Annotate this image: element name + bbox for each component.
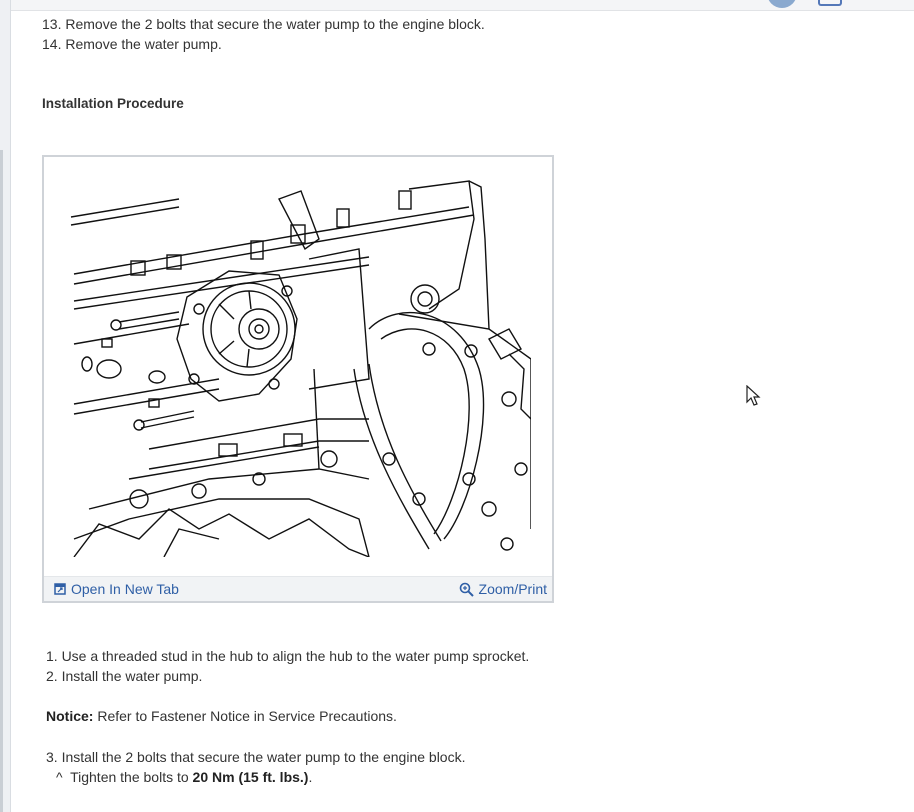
removal-step-14: 14. Remove the water pump. <box>42 36 222 52</box>
left-gutter <box>0 0 11 812</box>
figure-footer: Open In New Tab Zoom/Print <box>44 576 552 601</box>
install-substep: ^ Tighten the bolts to 20 Nm (15 ft. lbs… <box>56 767 312 787</box>
notice-line: Notice: Refer to Fastener Notice in Serv… <box>46 706 397 726</box>
notification-icon[interactable] <box>818 0 842 6</box>
zoom-print-label: Zoom/Print <box>478 581 547 597</box>
substep-suffix: . <box>308 769 313 785</box>
figure-card: Open In New Tab Zoom/Print <box>42 155 554 603</box>
notice-text: Refer to Fastener Notice in Service Prec… <box>93 708 397 724</box>
install-step-1: 1. Use a threaded stud in the hub to ali… <box>46 648 530 664</box>
mouse-cursor-icon <box>746 385 761 406</box>
open-in-new-tab-label: Open In New Tab <box>71 581 179 597</box>
installation-heading: Installation Procedure <box>42 96 184 111</box>
open-in-new-tab-link[interactable]: Open In New Tab <box>54 581 179 597</box>
install-step-3: 3. Install the 2 bolts that secure the w… <box>46 749 466 765</box>
open-new-tab-icon <box>54 583 66 595</box>
zoom-print-link[interactable]: Zoom/Print <box>459 581 547 597</box>
user-avatar-icon[interactable] <box>767 0 797 8</box>
install-step-2: 2. Install the water pump. <box>46 668 203 684</box>
substep-prefix: ^ Tighten the bolts to <box>56 769 193 785</box>
top-toolbar-edge <box>11 0 914 11</box>
zoom-icon <box>459 582 474 597</box>
torque-value: 20 Nm (15 ft. lbs.) <box>192 769 309 785</box>
removal-step-13: 13. Remove the 2 bolts that secure the w… <box>42 16 485 32</box>
gutter-mark <box>0 150 3 812</box>
water-pump-illustration[interactable] <box>69 179 531 557</box>
notice-label: Notice: <box>46 708 94 724</box>
